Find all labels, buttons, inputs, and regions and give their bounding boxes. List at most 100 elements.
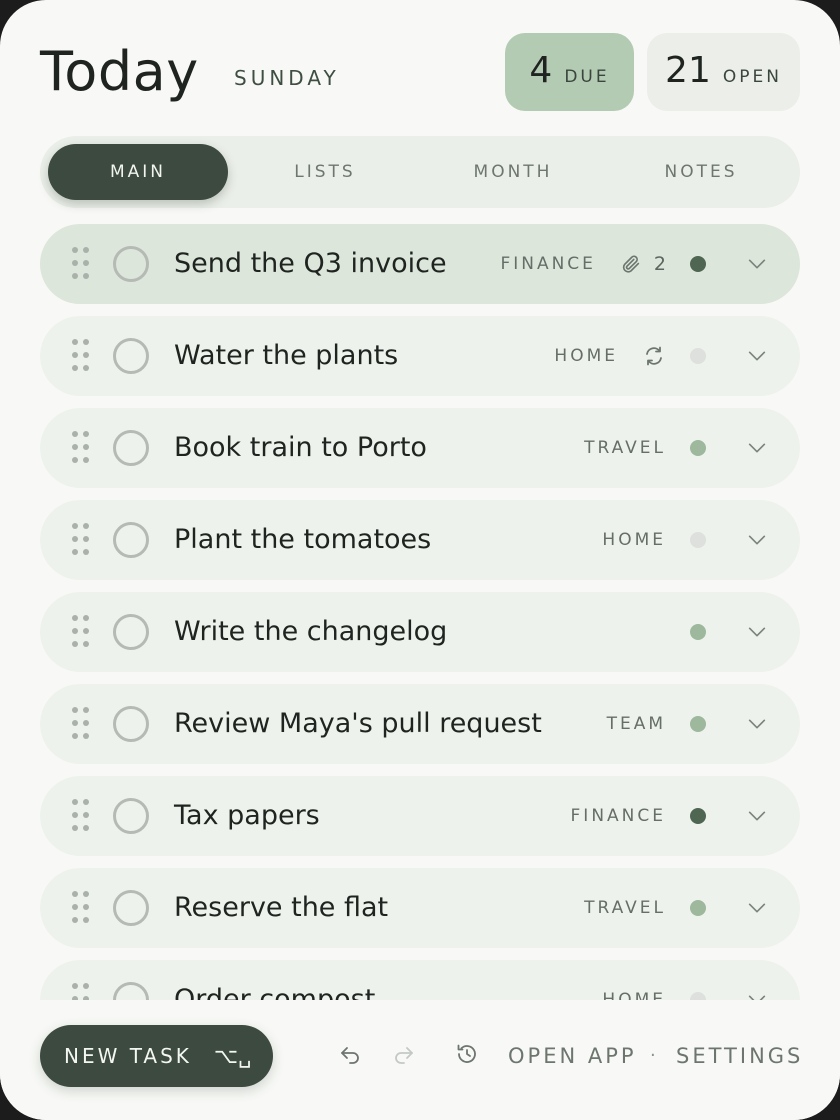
task-tag[interactable]: HOME (554, 346, 618, 366)
open-label: OPEN (722, 67, 782, 87)
drag-handle-icon[interactable] (72, 339, 92, 373)
task-tag[interactable]: TRAVEL (584, 438, 666, 458)
priority-dot (690, 256, 706, 272)
priority-dot (690, 900, 706, 916)
tab-main[interactable]: MAIN (48, 144, 228, 200)
drag-handle-icon[interactable] (72, 707, 92, 741)
app-window: Today SUNDAY 4 DUE 21 OPEN MAIN LISTS MO… (0, 0, 840, 1120)
task-title: Water the plants (174, 340, 399, 371)
priority-dot (690, 624, 706, 640)
task-meta: FINANCE (571, 776, 768, 856)
redo-icon (392, 1042, 416, 1070)
priority-dot (690, 808, 706, 824)
chevron-down-icon[interactable] (746, 897, 768, 919)
drag-handle-icon[interactable] (72, 891, 92, 925)
task-row[interactable]: Reserve the flat TRAVEL (40, 868, 800, 948)
open-counter[interactable]: 21 OPEN (647, 33, 800, 111)
open-count: 21 (665, 50, 711, 91)
priority-dot (690, 440, 706, 456)
task-meta: HOME (602, 960, 768, 1000)
drag-handle-icon[interactable] (72, 615, 92, 649)
task-meta: HOME (554, 316, 768, 396)
undo-icon (338, 1042, 362, 1070)
task-title: Tax papers (174, 800, 320, 831)
footer-bar: NEW TASK ⌥␣ OPEN APP · SETTINGS (0, 1000, 840, 1120)
task-list: Send the Q3 invoice FINANCE 2 Water the pla… (40, 224, 800, 1000)
drag-handle-icon[interactable] (72, 247, 92, 281)
task-row[interactable]: Order compost HOME (40, 960, 800, 1000)
task-title: Reserve the flat (174, 892, 389, 923)
task-meta: HOME (602, 500, 768, 580)
task-row[interactable]: Book train to Porto TRAVEL (40, 408, 800, 488)
task-checkbox[interactable] (113, 706, 149, 742)
task-row[interactable]: Send the Q3 invoice FINANCE 2 (40, 224, 800, 304)
page-title: Today (40, 40, 199, 103)
history-button[interactable] (453, 1042, 481, 1070)
new-task-shortcut: ⌥␣ (213, 1044, 252, 1068)
footer-separator: · (650, 1045, 656, 1066)
task-tag[interactable]: FINANCE (571, 806, 666, 826)
drag-handle-icon[interactable] (72, 523, 92, 557)
settings-link[interactable]: SETTINGS (676, 1042, 803, 1070)
task-checkbox[interactable] (113, 798, 149, 834)
task-row[interactable]: Water the plants HOME (40, 316, 800, 396)
task-meta: TEAM (607, 684, 768, 764)
task-row[interactable]: Write the changelog (40, 592, 800, 672)
task-checkbox[interactable] (113, 246, 149, 282)
task-checkbox[interactable] (113, 338, 149, 374)
chevron-down-icon[interactable] (746, 437, 768, 459)
task-meta: TRAVEL (584, 408, 768, 488)
history-icon (455, 1042, 479, 1070)
redo-button[interactable] (390, 1042, 418, 1070)
task-checkbox[interactable] (113, 614, 149, 650)
chevron-down-icon[interactable] (746, 621, 768, 643)
task-tag[interactable]: TRAVEL (584, 898, 666, 918)
chevron-down-icon[interactable] (746, 805, 768, 827)
task-meta: FINANCE 2 (500, 224, 768, 304)
tab-bar: MAIN LISTS MONTH NOTES (40, 136, 800, 208)
task-checkbox[interactable] (113, 982, 149, 1000)
task-checkbox[interactable] (113, 430, 149, 466)
priority-dot (690, 532, 706, 548)
task-row[interactable]: Review Maya's pull request TEAM (40, 684, 800, 764)
task-meta: TRAVEL (584, 868, 768, 948)
task-tag[interactable]: HOME (602, 530, 666, 550)
tab-month[interactable]: MONTH (423, 144, 603, 200)
task-tag[interactable]: FINANCE (500, 254, 595, 274)
task-tag[interactable]: TEAM (607, 714, 666, 734)
due-counter[interactable]: 4 DUE (505, 33, 634, 111)
due-count: 4 (529, 50, 553, 91)
task-row[interactable]: Tax papers FINANCE (40, 776, 800, 856)
task-title: Plant the tomatoes (174, 524, 432, 555)
attachment-count: 2 (653, 253, 666, 275)
task-checkbox[interactable] (113, 522, 149, 558)
chevron-down-icon[interactable] (746, 713, 768, 735)
paperclip-icon (620, 253, 642, 275)
undo-button[interactable] (336, 1042, 364, 1070)
tab-notes[interactable]: NOTES (611, 144, 791, 200)
task-title: Book train to Porto (174, 432, 427, 463)
chevron-down-icon[interactable] (746, 253, 768, 275)
drag-handle-icon[interactable] (72, 431, 92, 465)
chevron-down-icon[interactable] (746, 345, 768, 367)
due-label: DUE (564, 67, 610, 87)
new-task-button[interactable]: NEW TASK ⌥␣ (40, 1025, 273, 1087)
task-title: Write the changelog (174, 616, 448, 647)
task-title: Order compost (174, 984, 376, 1000)
priority-dot (690, 716, 706, 732)
new-task-label: NEW TASK (64, 1044, 192, 1068)
task-title: Send the Q3 invoice (174, 248, 447, 279)
task-checkbox[interactable] (113, 890, 149, 926)
attachments[interactable]: 2 (620, 253, 666, 275)
tab-lists[interactable]: LISTS (235, 144, 415, 200)
task-tag[interactable]: HOME (602, 990, 666, 1000)
chevron-down-icon[interactable] (746, 529, 768, 551)
chevron-down-icon[interactable] (746, 989, 768, 1000)
drag-handle-icon[interactable] (72, 983, 92, 1000)
task-title: Review Maya's pull request (174, 708, 542, 739)
task-row[interactable]: Plant the tomatoes HOME (40, 500, 800, 580)
open-app-link[interactable]: OPEN APP (508, 1042, 637, 1070)
weekday-label: SUNDAY (234, 66, 340, 90)
task-meta (690, 592, 768, 672)
drag-handle-icon[interactable] (72, 799, 92, 833)
